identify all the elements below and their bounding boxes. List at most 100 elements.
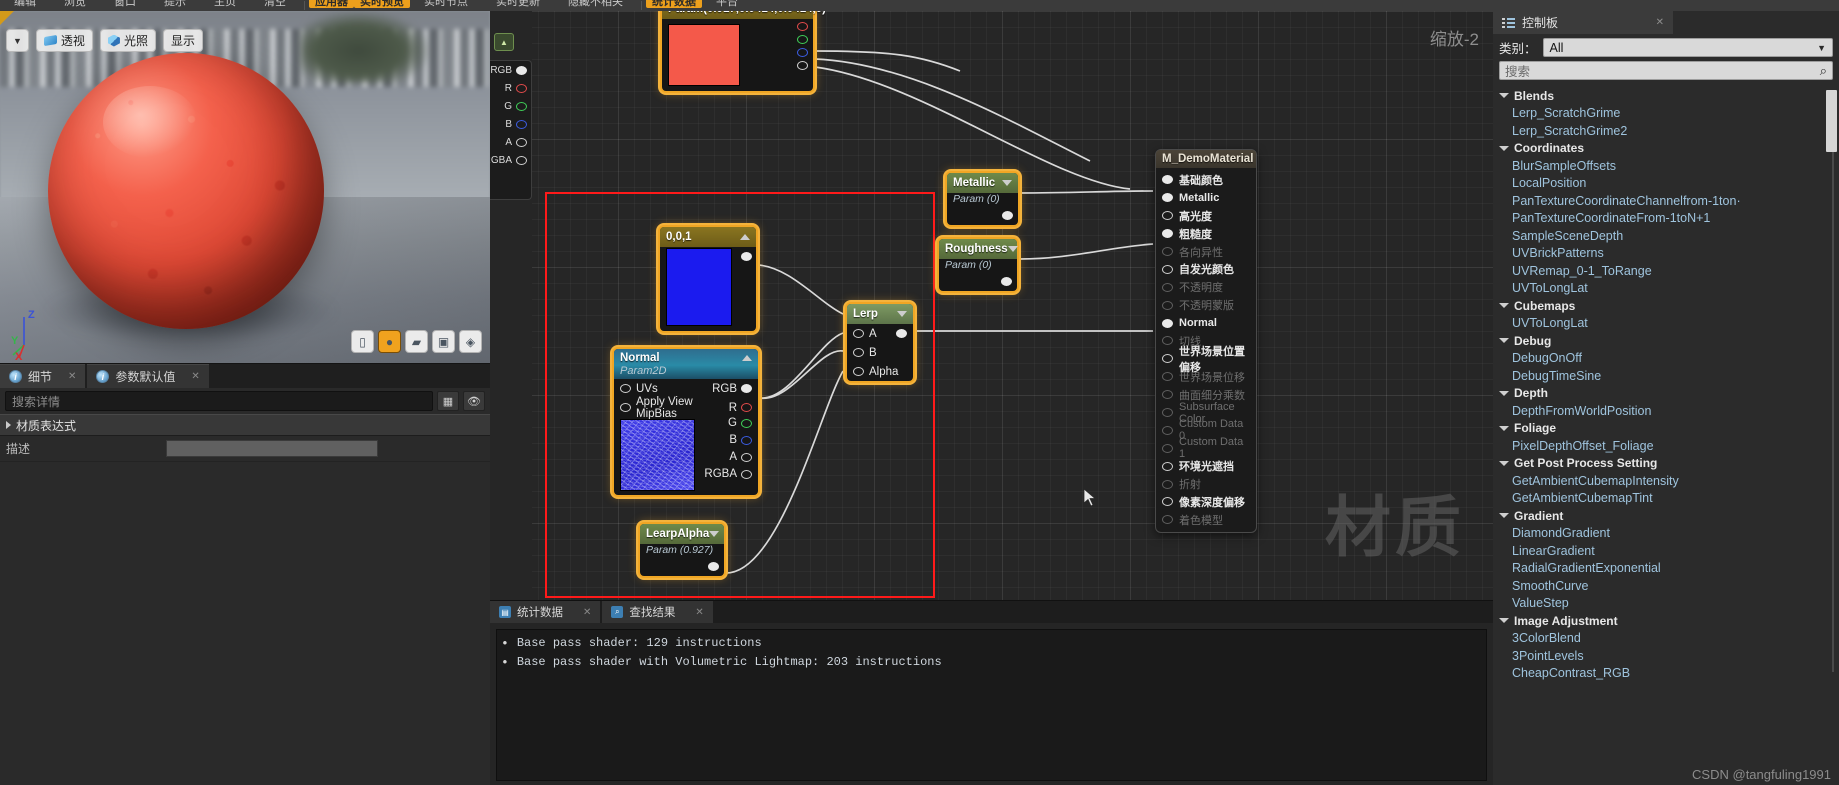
palette-group-gradient[interactable]: Gradient (1493, 507, 1839, 525)
output-pin-g[interactable] (797, 35, 808, 44)
menu-item-0[interactable]: 编辑 (0, 0, 50, 8)
palette-item[interactable]: DepthFromWorldPosition (1493, 402, 1839, 420)
menu-item-4[interactable]: 主页 (200, 0, 250, 8)
input-pin[interactable] (1162, 408, 1173, 418)
viewport-toolbar[interactable]: ▼ 透视 光照 显示 (6, 29, 203, 52)
viewport-options-dropdown[interactable]: ▼ (6, 29, 29, 52)
input-pin[interactable] (1162, 282, 1173, 292)
clipped-texture-node[interactable]: RGB R G B A RGBA (490, 60, 532, 200)
palette-scrollbar-track[interactable] (1832, 152, 1834, 672)
custom-mesh-preview-icon[interactable]: ◈ (459, 330, 482, 353)
menu-item-5[interactable]: 清空 (250, 0, 300, 8)
node-header[interactable]: Param(0.917,0.0414,0.0414,0) (662, 11, 826, 19)
palette-group-depth[interactable]: Depth (1493, 385, 1839, 403)
node-header[interactable]: Lerp (847, 304, 913, 324)
node-scalar-param-metallic[interactable]: Metallic Param (0) (945, 171, 1020, 227)
palette-item[interactable]: LinearGradient (1493, 542, 1839, 560)
node-input-row-mipbias[interactable]: Apply View MipBias R (614, 396, 758, 420)
node-scalar-param-learpalpha[interactable]: LearpAlpha Param (0.927) (638, 522, 726, 578)
palette-item[interactable]: UVBrickPatterns (1493, 245, 1839, 263)
menu-item-12[interactable]: 平台 (702, 0, 752, 8)
node-header[interactable]: M_DemoMaterial (1156, 150, 1256, 168)
menu-item-3[interactable]: 提示 (150, 0, 200, 8)
node-header[interactable]: 0,0,1 (660, 227, 756, 247)
palette-item-list[interactable]: Blends Lerp_ScratchGrime Lerp_ScratchGrime… (1493, 87, 1839, 785)
palette-item[interactable]: SampleSceneDepth (1493, 227, 1839, 245)
palette-item[interactable]: UVRemap_0-1_ToRange (1493, 262, 1839, 280)
output-pin[interactable] (896, 329, 907, 338)
palette-item[interactable]: 3ColorBlend (1493, 630, 1839, 648)
description-field[interactable] (166, 440, 378, 457)
plane-preview-icon[interactable]: ▰ (405, 330, 428, 353)
palette-item[interactable]: DiamondGradient (1493, 525, 1839, 543)
output-pin-rgb[interactable] (741, 384, 752, 393)
input-pin-a[interactable] (853, 329, 864, 338)
palette-item[interactable]: 3PointLevels (1493, 647, 1839, 665)
output-pin-rgba[interactable] (516, 155, 527, 165)
node-header[interactable]: Roughness (939, 239, 1018, 259)
palette-item[interactable]: BlurSampleOffsets (1493, 157, 1839, 175)
palette-item[interactable]: LocalPosition (1493, 175, 1839, 193)
tab-details[interactable]: i 细节 ✕ (0, 364, 86, 388)
palette-group-blends[interactable]: Blends (1493, 87, 1839, 105)
collapse-icon[interactable]: ▲ (494, 33, 514, 51)
output-pin[interactable] (516, 65, 527, 75)
material-output-pin-row[interactable]: 各向异性 (1156, 243, 1256, 261)
palette-category-select[interactable]: All ▼ (1542, 38, 1833, 57)
node-header[interactable]: LearpAlpha (640, 524, 724, 544)
tab-stats[interactable]: ▤ 统计数据 ✕ (490, 601, 601, 623)
palette-item[interactable]: UVToLongLat (1493, 280, 1839, 298)
material-output-pin-row[interactable]: 不透明蒙版 (1156, 296, 1256, 314)
input-pin[interactable] (1162, 211, 1173, 221)
material-output-pin-row[interactable]: 自发光颜色 (1156, 260, 1256, 278)
material-output-pin-row[interactable]: 着色模型 (1156, 511, 1256, 529)
viewport-perspective-button[interactable]: 透视 (35, 29, 93, 52)
normal-map-thumbnail[interactable] (620, 419, 695, 491)
palette-scrollbar-thumb[interactable] (1826, 90, 1837, 152)
menu-item-1[interactable]: 浏览 (50, 0, 100, 8)
output-pin-a[interactable] (741, 452, 752, 462)
palette-item[interactable]: GetAmbientCubemapIntensity (1493, 472, 1839, 490)
node-input-row-b[interactable]: B (847, 343, 913, 362)
main-menu-bar[interactable]: 编辑 浏览 窗口 提示 主页 清空 应用器 实时预览 实时节点 实时更新 隐藏不相关 统计数据 平台 (0, 0, 1839, 11)
output-pin-b[interactable] (797, 48, 808, 57)
pin-row[interactable]: RGBA (490, 151, 531, 169)
node-vector-param-basecolor[interactable]: Param(0.917,0.0414,0.0414,0) (660, 11, 826, 93)
chevron-up-icon[interactable] (740, 234, 750, 240)
palette-item[interactable]: CheapContrast_RGB (1493, 665, 1839, 683)
node-material-output[interactable]: M_DemoMaterial 基础颜色 Metallic 高光度 粗糙度 各向异性 自发光… (1155, 149, 1257, 533)
cylinder-preview-icon[interactable]: ▯ (351, 330, 374, 353)
palette-item[interactable]: Lerp_ScratchGrime2 (1493, 122, 1839, 140)
output-pin-r[interactable] (516, 83, 527, 93)
color-swatch[interactable] (666, 248, 732, 326)
pin-row[interactable]: B (490, 115, 531, 133)
input-pin[interactable] (620, 384, 631, 393)
close-icon[interactable]: ✕ (68, 371, 76, 382)
bottom-tab-strip[interactable]: ▤ 统计数据 ✕ ⌕ 查找结果 ✕ (490, 601, 1493, 623)
palette-item[interactable]: PanTextureCoordinateFrom-1toN+1 (1493, 210, 1839, 228)
input-pin[interactable] (1162, 372, 1173, 382)
eye-icon[interactable]: 👁 (463, 391, 485, 411)
palette-item[interactable]: DebugOnOff (1493, 350, 1839, 368)
output-pin[interactable] (1001, 277, 1012, 286)
search-input[interactable]: 搜索详情 (5, 391, 433, 411)
menu-item-8[interactable]: 实时节点 (410, 0, 482, 8)
material-output-pin-row[interactable]: Metallic (1156, 189, 1256, 207)
menu-item-7[interactable]: 实时预览 (354, 0, 410, 8)
palette-category-row[interactable]: 类别： All ▼ (1493, 34, 1839, 61)
palette-item[interactable]: SmoothCurve (1493, 577, 1839, 595)
details-search-row[interactable]: 搜索详情 ▦ 👁 (0, 388, 490, 414)
color-swatch[interactable] (668, 24, 740, 86)
material-graph-canvas[interactable]: 缩放-2 材质 ▲ RGB R G B A GBA Metallic Param… (490, 11, 1493, 600)
tab-parameter-defaults[interactable]: i 参数默认值 ✕ (87, 364, 209, 388)
node-header[interactable]: Metallic (947, 173, 1018, 193)
chevron-down-icon[interactable] (1007, 246, 1018, 252)
node-lerp[interactable]: Lerp A B Alpha (845, 302, 915, 383)
material-output-pin-row[interactable]: Normal (1156, 314, 1256, 332)
input-pin[interactable] (620, 403, 631, 412)
material-output-pin-row[interactable]: 基础颜色 (1156, 171, 1256, 189)
node-input-row-a[interactable]: A (847, 324, 913, 343)
material-output-pin-row[interactable]: Custom Data 1 (1156, 436, 1256, 460)
output-pin-b[interactable] (516, 119, 527, 129)
node-texture-param-normal[interactable]: Normal Param2D UVs RGB Apply View MipBia… (612, 347, 760, 497)
